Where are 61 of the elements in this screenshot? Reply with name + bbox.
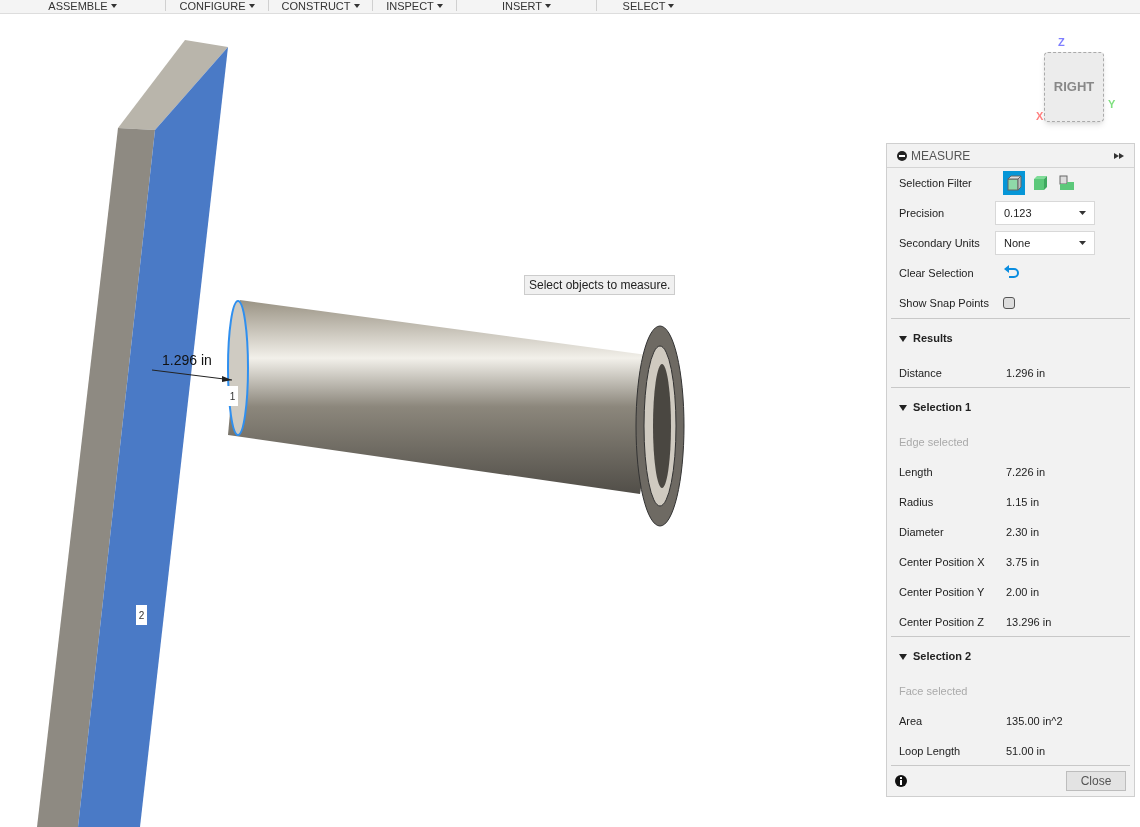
caret-icon <box>353 3 360 8</box>
result-value: 7.226 in <box>1006 464 1046 480</box>
caret-icon <box>668 3 675 8</box>
result-label: Distance <box>899 365 943 381</box>
info-icon[interactable] <box>895 775 907 787</box>
close-button[interactable]: Close <box>1066 771 1126 791</box>
toolbar-menu[interactable]: SELECT <box>622 0 675 11</box>
result-value: 135.00 in^2 <box>1006 713 1063 729</box>
result-value: 1.15 in <box>1006 494 1040 510</box>
expanded-triangle-icon <box>899 334 907 343</box>
caret-icon <box>1079 241 1086 245</box>
result-label: Radius <box>899 494 935 510</box>
result-label: Loop Length <box>899 743 962 759</box>
toolbar-menu[interactable]: CONSTRUCT <box>281 0 360 11</box>
result-label: Diameter <box>899 524 945 540</box>
precision-dropdown[interactable]: 0.123 <box>995 201 1095 225</box>
caret-icon <box>1079 211 1086 215</box>
field-label: Clear Selection <box>899 265 975 281</box>
result-value: 13.296 in <box>1006 614 1052 630</box>
axis-label: X <box>1036 109 1044 124</box>
expanded-triangle-icon <box>899 403 907 412</box>
field-label: Precision <box>899 205 946 221</box>
selection-marker: 1 <box>227 386 238 406</box>
caret-icon <box>110 3 117 8</box>
result-label: Center Position X <box>899 554 986 570</box>
field-label: Selection Filter <box>899 175 973 191</box>
units-dropdown[interactable]: None <box>995 231 1095 255</box>
result-value: 51.00 in <box>1006 743 1046 759</box>
selection-marker: 2 <box>136 605 147 625</box>
undo-icon[interactable] <box>1003 265 1021 281</box>
result-label: Area <box>899 713 924 729</box>
body-filter-icon[interactable] <box>1003 171 1025 195</box>
caret-icon <box>436 3 443 8</box>
expanded-triangle-icon <box>899 652 907 661</box>
expand-icon[interactable] <box>1114 151 1124 160</box>
result-label: Center Position Z <box>899 614 985 630</box>
toolbar-menu[interactable]: ASSEMBLE <box>48 0 117 11</box>
result-label: Center Position Y <box>899 584 986 600</box>
field-label: Show Snap Points <box>899 295 990 311</box>
section-header[interactable]: Results <box>891 319 1130 358</box>
toolbar-menu[interactable]: CONFIGURE <box>179 0 255 11</box>
result-label: Length <box>899 464 934 480</box>
section-header[interactable]: Selection 2 <box>891 637 1130 676</box>
status-text: Edge selected <box>899 434 969 450</box>
status-text: Face selected <box>899 683 968 699</box>
result-value: 2.30 in <box>1006 524 1040 540</box>
caret-icon <box>545 3 552 8</box>
toolbar-menu[interactable]: INSPECT <box>386 0 443 11</box>
axis-label: Y <box>1108 97 1116 112</box>
collapse-icon[interactable] <box>897 150 907 161</box>
panel-title: MEASURE <box>911 147 971 165</box>
field-label: Secondary Units <box>899 235 981 251</box>
result-value: 2.00 in <box>1006 584 1040 600</box>
result-value: 1.296 in <box>1006 365 1046 381</box>
tooltip: Select objects to measure. <box>524 275 676 295</box>
toolbar-menu[interactable]: INSERT <box>501 0 552 11</box>
caret-icon <box>248 3 255 8</box>
axis-label: Z <box>1058 35 1065 50</box>
section-header[interactable]: Selection 1 <box>891 388 1130 427</box>
result-value: 3.75 in <box>1006 554 1040 570</box>
checkbox[interactable] <box>1003 297 1015 309</box>
